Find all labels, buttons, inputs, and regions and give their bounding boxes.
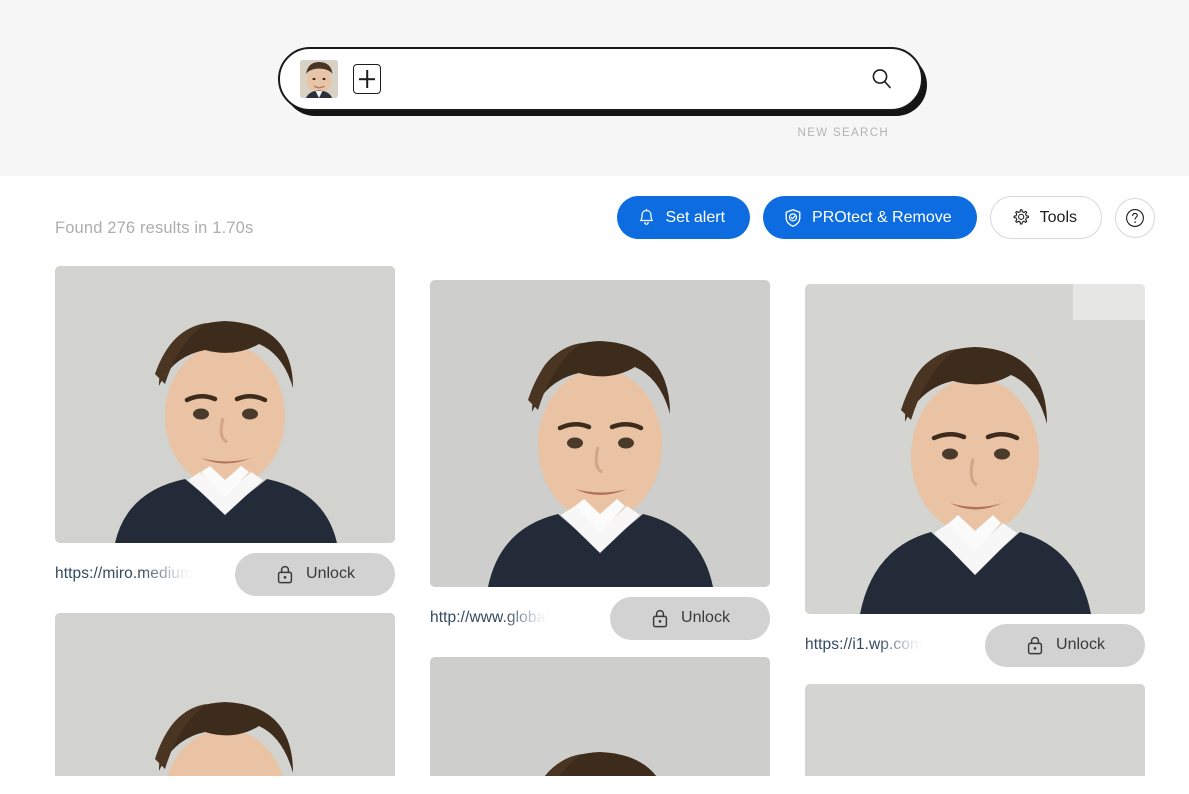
set-alert-label: Set alert: [665, 208, 726, 226]
add-photo-button[interactable]: [353, 64, 381, 94]
face-search-results-page: NEW SEARCH Found 276 results in 1.70s Se…: [0, 0, 1189, 794]
protect-and-remove-label: PROtect & Remove: [812, 208, 952, 226]
question-circle-icon: [1126, 208, 1144, 227]
portrait-image: [55, 266, 395, 543]
result-card-footer: https://miro.medium Unlock: [55, 543, 395, 605]
unlock-label: Unlock: [681, 609, 730, 626]
search-bar-container: [278, 47, 923, 111]
result-thumbnail[interactable]: [55, 613, 395, 794]
magnifier-icon: [872, 69, 891, 89]
result-thumbnail[interactable]: [430, 280, 770, 587]
result-url[interactable]: https://miro.medium: [55, 565, 193, 583]
padlock-icon: [652, 609, 668, 627]
portrait-image: [430, 657, 770, 794]
unlock-button[interactable]: Unlock: [985, 623, 1145, 667]
shield-check-icon: [785, 208, 801, 227]
page-header: NEW SEARCH: [0, 0, 1189, 176]
query-face-thumbnail[interactable]: [300, 60, 338, 98]
search-submit-button[interactable]: [865, 62, 899, 96]
unlock-button[interactable]: Unlock: [610, 596, 770, 640]
portrait-image: [430, 280, 770, 587]
tools-button[interactable]: Tools: [989, 196, 1102, 239]
results-column: https://miro.medium Unlock: [55, 266, 395, 794]
set-alert-button[interactable]: Set alert: [617, 196, 751, 239]
search-bar[interactable]: [278, 47, 923, 111]
result-thumbnail[interactable]: [430, 657, 770, 794]
result-url[interactable]: https://i1.wp.com: [805, 636, 923, 654]
results-grid: https://miro.medium Unlock http://www.gl…: [55, 266, 1189, 794]
result-thumbnail[interactable]: [805, 284, 1145, 614]
portrait-image: [55, 613, 395, 794]
bell-icon: [640, 208, 654, 225]
protect-and-remove-button[interactable]: PROtect & Remove: [763, 196, 977, 239]
action-bar: Found 276 results in 1.70s Set alert PRO…: [0, 176, 1189, 266]
results-column: http://www.global Unlock: [430, 266, 770, 794]
result-card: http://www.global Unlock: [430, 280, 770, 649]
results-count-label: Found 276 results in 1.70s: [55, 219, 254, 237]
result-card: [430, 657, 770, 794]
result-url[interactable]: http://www.global: [430, 609, 549, 627]
portrait-image: [805, 284, 1145, 614]
tools-label: Tools: [1039, 208, 1077, 226]
result-thumbnail[interactable]: [55, 266, 395, 543]
action-buttons-group: Set alert PROtect & Remove Tools: [617, 196, 1155, 239]
result-card: https://miro.medium Unlock: [55, 266, 395, 605]
gear-icon: [1013, 209, 1029, 225]
unlock-button[interactable]: Unlock: [235, 552, 395, 596]
padlock-icon: [1027, 636, 1043, 654]
viewport-bottom-edge: [0, 776, 1189, 794]
result-card-footer: https://i1.wp.com Unlock: [805, 614, 1145, 676]
results-column: https://i1.wp.com Unlock: [805, 266, 1145, 794]
unlock-label: Unlock: [1056, 636, 1105, 653]
result-card: https://i1.wp.com Unlock: [805, 284, 1145, 676]
unlock-label: Unlock: [306, 565, 355, 582]
new-search-link[interactable]: NEW SEARCH: [0, 127, 889, 139]
result-card-footer: http://www.global Unlock: [430, 587, 770, 649]
padlock-icon: [277, 565, 293, 583]
result-card: [55, 613, 395, 794]
face-thumbnail-image: [300, 60, 338, 98]
results-grid-region[interactable]: https://miro.medium Unlock http://www.gl…: [0, 266, 1189, 794]
help-button[interactable]: [1115, 197, 1155, 238]
